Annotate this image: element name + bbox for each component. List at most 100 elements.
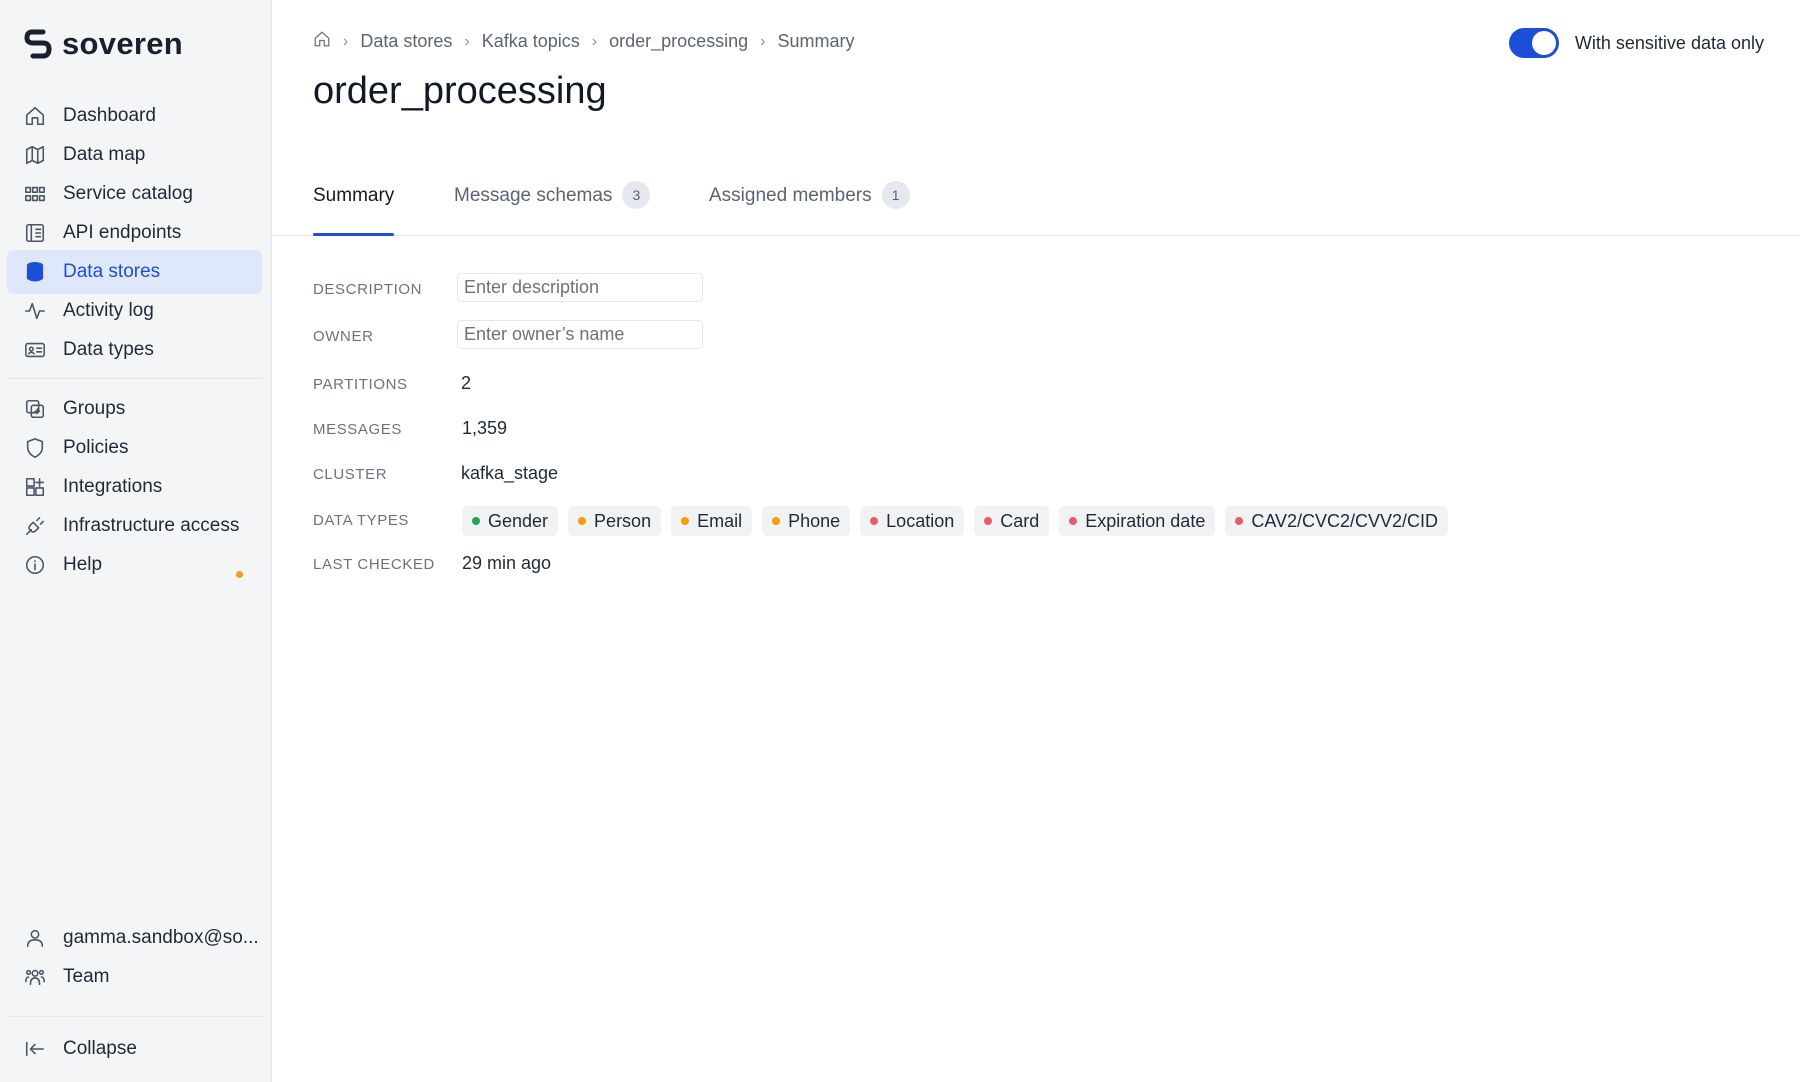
tab-bar: Summary Message schemas 3 Assigned membe…	[273, 181, 1800, 236]
last-checked-value: 29 min ago	[462, 553, 552, 573]
breadcrumb-data-stores[interactable]: Data stores	[360, 31, 452, 52]
sidebar-item-label: Activity log	[63, 300, 154, 321]
status-dot	[772, 517, 781, 525]
chevron-right-icon: ›	[343, 32, 349, 50]
data-type-chip[interactable]: Expiration date	[1059, 506, 1216, 536]
home-icon	[23, 104, 47, 128]
tab-message-schemas[interactable]: Message schemas 3	[454, 181, 651, 235]
cluster-label: CLUSTER	[313, 466, 388, 483]
sidebar-item-data-types[interactable]: Data types	[7, 328, 262, 372]
breadcrumb-order-processing[interactable]: order_processing	[609, 31, 748, 52]
chevron-right-icon: ›	[760, 32, 766, 50]
sidebar-divider	[7, 378, 262, 379]
breadcrumb-kafka-topics[interactable]: Kafka topics	[482, 31, 580, 52]
data-type-chip[interactable]: Person	[568, 506, 662, 536]
sidebar-item-help[interactable]: Help	[7, 543, 262, 587]
sensitive-data-toggle[interactable]	[1508, 28, 1559, 58]
shield-icon	[23, 436, 47, 460]
chip-label: Location	[886, 510, 955, 531]
data-types-list: Gender Person Email Phone Location Card …	[462, 506, 1449, 536]
status-dot	[681, 517, 690, 525]
soveren-logo-icon	[24, 29, 52, 59]
data-type-chip[interactable]: Gender	[462, 506, 559, 536]
status-dot	[578, 517, 587, 525]
messages-label: MESSAGES	[313, 421, 402, 438]
data-type-chip[interactable]: Card	[974, 506, 1050, 536]
chip-label: CAV2/CVC2/CVV2/CID	[1251, 510, 1439, 531]
data-types-label: DATA TYPES	[313, 512, 410, 529]
status-dot	[870, 517, 879, 525]
brand-logo[interactable]: soveren	[24, 26, 183, 62]
chevron-right-icon: ›	[591, 32, 598, 50]
status-dot	[1069, 517, 1078, 525]
cluster-value: kafka_stage	[461, 463, 559, 483]
chip-label: Email	[697, 510, 743, 531]
status-dot	[1235, 517, 1244, 525]
collapse-icon	[23, 1037, 47, 1061]
home-icon[interactable]	[313, 30, 331, 53]
sidebar-item-dashboard[interactable]: Dashboard	[7, 94, 262, 138]
sidebar-item-label: API endpoints	[63, 222, 182, 243]
tab-label: Assigned members	[709, 185, 872, 206]
sidebar-item-policies[interactable]: Policies	[7, 426, 262, 470]
tab-label: Message schemas	[454, 185, 613, 206]
page-title: order_processing	[313, 70, 607, 112]
sidebar-item-infrastructure-access[interactable]: Infrastructure access	[7, 504, 262, 548]
api-icon	[23, 221, 47, 245]
user-icon	[23, 926, 47, 950]
breadcrumb: › Data stores › Kafka topics › order_pro…	[313, 30, 855, 53]
sidebar-item-label: Groups	[63, 398, 126, 419]
description-label: DESCRIPTION	[313, 281, 423, 298]
sidebar-item-integrations[interactable]: Integrations	[7, 465, 262, 509]
sidebar-item-data-map[interactable]: Data map	[7, 133, 262, 177]
id-card-icon	[23, 338, 47, 362]
sidebar-item-label: Infrastructure access	[63, 515, 240, 536]
description-input[interactable]	[457, 273, 703, 302]
sidebar-item-team[interactable]: Team	[7, 955, 262, 999]
owner-input[interactable]	[457, 320, 703, 349]
sidebar-item-api-endpoints[interactable]: API endpoints	[7, 211, 262, 255]
database-icon	[23, 260, 47, 284]
grid-icon	[23, 182, 47, 206]
sensitive-data-filter: With sensitive data only	[1508, 28, 1764, 58]
sidebar-item-label: Help	[63, 554, 103, 575]
partitions-value: 2	[461, 373, 472, 393]
partitions-label: PARTITIONS	[313, 376, 408, 393]
sidebar-item-data-stores[interactable]: Data stores	[7, 250, 262, 294]
sidebar-item-label: Data map	[63, 144, 146, 165]
brand-name: soveren	[62, 26, 183, 61]
chevron-right-icon: ›	[464, 32, 470, 50]
sidebar-item-activity-log[interactable]: Activity log	[7, 289, 262, 333]
sidebar-team-label: Team	[63, 966, 110, 987]
sidebar-item-label: Integrations	[63, 476, 163, 497]
groups-icon	[23, 397, 47, 421]
sidebar: soveren Dashboard Data map Service catal…	[0, 0, 272, 1082]
tab-count-badge: 1	[881, 181, 910, 209]
sidebar-item-label: Policies	[63, 437, 129, 458]
messages-value: 1,359	[462, 418, 508, 438]
sidebar-user-label: gamma.sandbox@so...	[63, 927, 259, 948]
sidebar-item-label: Service catalog	[63, 183, 193, 204]
integrations-icon	[23, 475, 47, 499]
tab-summary[interactable]: Summary	[313, 185, 395, 236]
data-type-chip[interactable]: Email	[671, 506, 753, 536]
data-type-chip[interactable]: Location	[860, 506, 965, 536]
sidebar-item-label: Data types	[63, 339, 154, 360]
collapse-button[interactable]: Collapse	[7, 1027, 262, 1071]
sidebar-item-label: Dashboard	[63, 105, 156, 126]
collapse-label: Collapse	[63, 1038, 137, 1059]
data-type-chip[interactable]: Phone	[762, 506, 851, 536]
status-dot	[472, 517, 480, 525]
owner-label: OWNER	[313, 328, 374, 345]
chip-label: Expiration date	[1085, 510, 1206, 531]
tab-assigned-members[interactable]: Assigned members 1	[709, 181, 910, 235]
sidebar-item-user[interactable]: gamma.sandbox@so...	[7, 916, 262, 960]
tab-label: Summary	[313, 185, 395, 206]
data-type-chip[interactable]: CAV2/CVC2/CVV2/CID	[1225, 506, 1449, 536]
team-icon	[23, 965, 47, 989]
sidebar-item-service-catalog[interactable]: Service catalog	[7, 172, 262, 216]
last-checked-label: LAST CHECKED	[313, 556, 435, 573]
tab-count-badge: 3	[622, 181, 651, 209]
sidebar-item-groups[interactable]: Groups	[7, 387, 262, 431]
activity-icon	[23, 299, 47, 323]
